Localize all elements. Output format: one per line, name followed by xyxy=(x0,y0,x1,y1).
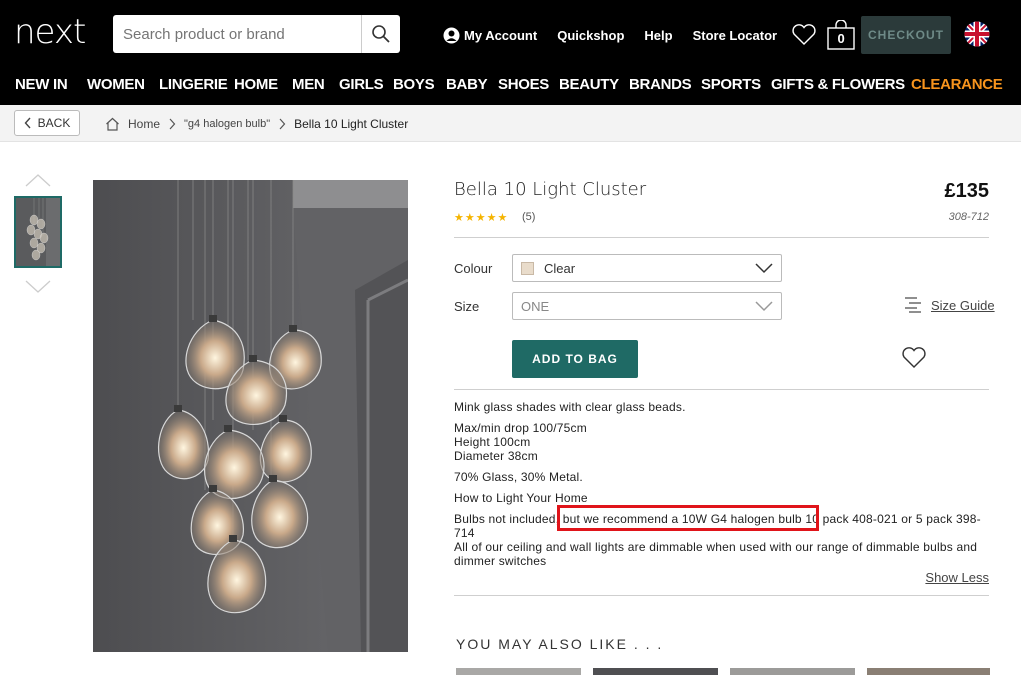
colour-value: Clear xyxy=(544,260,576,276)
search-icon xyxy=(372,25,390,43)
chevron-down-icon xyxy=(755,263,773,274)
breadcrumb-search-term[interactable]: "g4 halogen bulb" xyxy=(184,118,270,130)
nav-brands[interactable]: BRANDS xyxy=(629,76,692,93)
shopping-bag-button[interactable]: 0 xyxy=(827,19,855,50)
nav-baby[interactable]: BABY xyxy=(446,76,488,93)
home-icon[interactable] xyxy=(105,117,120,131)
product-main-image[interactable] xyxy=(93,180,408,652)
store-locator-link[interactable]: Store Locator xyxy=(693,28,778,43)
size-guide-link[interactable]: Size Guide xyxy=(903,296,995,314)
nav-girls[interactable]: GIRLS xyxy=(339,76,384,93)
size-select[interactable]: ONE xyxy=(512,292,782,320)
utility-links: My Account Quickshop Help Store Locator … xyxy=(443,0,855,70)
recommendation-tile[interactable] xyxy=(730,668,855,675)
product-thumbnail[interactable] xyxy=(14,196,62,268)
nav-men[interactable]: MEN xyxy=(292,76,325,93)
product-description: Mink glass shades with clear glass beads… xyxy=(454,400,989,568)
colour-select[interactable]: Clear xyxy=(512,254,782,282)
recommendation-tile[interactable] xyxy=(593,668,718,675)
checkout-button[interactable]: CHECKOUT xyxy=(861,16,951,54)
nav-boys[interactable]: BOYS xyxy=(393,76,435,93)
favourite-heart-icon[interactable] xyxy=(901,346,927,370)
chevron-up-icon[interactable] xyxy=(25,173,51,187)
size-value: ONE xyxy=(521,298,550,314)
uk-flag-icon[interactable] xyxy=(964,21,990,47)
main-navigation: NEW IN WOMEN LINGERIE HOME MEN GIRLS BOY… xyxy=(0,70,1021,98)
back-label: BACK xyxy=(37,116,71,130)
favourites-heart-icon[interactable] xyxy=(791,23,817,47)
nav-new-in[interactable]: NEW IN xyxy=(15,76,68,93)
nav-clearance[interactable]: CLEARANCE xyxy=(911,76,1003,93)
description-line: Mink glass shades with clear glass beads… xyxy=(454,400,686,414)
divider xyxy=(454,389,989,390)
nav-sports[interactable]: SPORTS xyxy=(701,76,761,93)
chevron-left-icon xyxy=(24,117,31,129)
size-label: Size xyxy=(454,299,480,314)
description-line: Max/min drop 100/75cm xyxy=(454,421,587,435)
star-rating[interactable]: ★★★★★ xyxy=(454,211,508,224)
recommendation-tile[interactable] xyxy=(456,668,581,675)
highlight-box xyxy=(557,505,819,531)
review-count[interactable]: (5) xyxy=(522,211,535,223)
nav-beauty[interactable]: BEAUTY xyxy=(559,76,619,93)
description-line: Diameter 38cm xyxy=(454,449,538,463)
add-to-bag-button[interactable]: ADD TO BAG xyxy=(512,340,638,378)
description-line: All of our ceiling and wall lights are d… xyxy=(454,540,978,568)
search-button[interactable] xyxy=(361,15,400,53)
chevron-right-icon xyxy=(169,118,176,129)
account-icon xyxy=(443,27,460,43)
size-guide-label: Size Guide xyxy=(931,297,995,313)
search-input[interactable] xyxy=(113,15,361,53)
breadcrumb: Home "g4 halogen bulb" Bella 10 Light Cl… xyxy=(105,105,408,142)
product-code: 308-712 xyxy=(948,211,989,223)
list-icon xyxy=(905,297,921,313)
product-title: Bella 10 Light Cluster xyxy=(454,179,647,200)
chevron-right-icon xyxy=(279,118,286,129)
breadcrumb-bar: BACK Home "g4 halogen bulb" Bella 10 Lig… xyxy=(0,105,1021,142)
breadcrumb-current: Bella 10 Light Cluster xyxy=(294,116,409,131)
chevron-down-icon xyxy=(755,301,773,312)
show-less-link[interactable]: Show Less xyxy=(925,570,989,585)
back-button[interactable]: BACK xyxy=(14,110,80,136)
recommendation-tile[interactable] xyxy=(867,668,990,675)
site-header: next My Account Quickshop Help Store Loc… xyxy=(0,0,1021,105)
nav-gifts-flowers[interactable]: GIFTS & FLOWERS xyxy=(771,76,905,93)
my-account-label: My Account xyxy=(464,27,538,43)
description-line: 70% Glass, 30% Metal. xyxy=(454,470,583,484)
my-account-link[interactable]: My Account xyxy=(443,27,537,44)
nav-home[interactable]: HOME xyxy=(234,76,278,93)
breadcrumb-home[interactable]: Home xyxy=(128,117,160,131)
description-line: Height 100cm xyxy=(454,435,531,449)
description-line: How to Light Your Home xyxy=(454,491,588,505)
divider xyxy=(454,595,989,596)
pendant-light-image xyxy=(93,180,408,652)
next-logo[interactable]: next xyxy=(14,12,86,52)
nav-shoes[interactable]: SHOES xyxy=(498,76,549,93)
help-link[interactable]: Help xyxy=(644,28,672,43)
colour-swatch xyxy=(521,261,534,275)
chevron-down-icon[interactable] xyxy=(25,280,51,294)
product-price: £135 xyxy=(944,180,990,202)
nav-women[interactable]: WOMEN xyxy=(87,76,145,93)
thumbnail-image xyxy=(16,198,60,266)
divider xyxy=(454,237,989,238)
recommendations-heading: YOU MAY ALSO LIKE . . . xyxy=(456,636,664,652)
search-bar xyxy=(113,15,400,53)
bag-count: 0 xyxy=(837,31,845,46)
colour-label: Colour xyxy=(454,261,493,276)
quickshop-link[interactable]: Quickshop xyxy=(557,28,624,43)
nav-lingerie[interactable]: LINGERIE xyxy=(159,76,228,93)
